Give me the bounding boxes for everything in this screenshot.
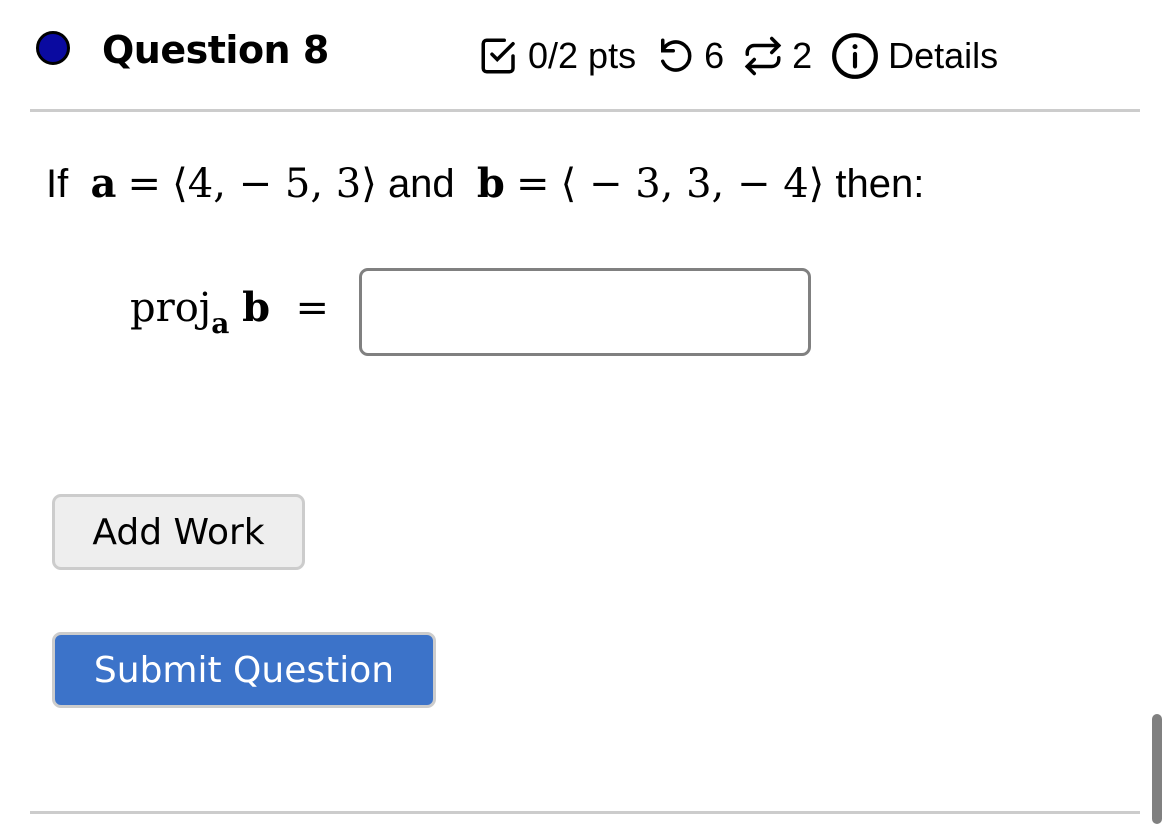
answer-label: proja b = <box>130 284 329 340</box>
add-work-button[interactable]: Add Work <box>52 494 305 570</box>
vector-a-value: ⟨4, − 5, 3⟩ <box>172 161 377 207</box>
vector-a-name: a <box>90 160 117 207</box>
proj-subscript: a <box>211 307 230 340</box>
proj-vector: b <box>242 284 271 331</box>
vector-b-value: ⟨ − 3, 3, − 4⟩ <box>560 161 825 207</box>
conjunction: and <box>387 162 455 206</box>
vector-b-name: b <box>476 160 505 207</box>
scrollbar[interactable] <box>1152 714 1162 824</box>
equals-sign: = <box>127 161 162 207</box>
proj-text: proj <box>130 285 212 331</box>
points-text: 0/2 pts <box>528 35 637 76</box>
checkbox-check-icon <box>481 38 515 74</box>
versions-count: 2 <box>792 35 813 76</box>
answer-row: proja b = <box>130 266 812 358</box>
undo-icon <box>661 38 692 72</box>
attempts-count: 6 <box>704 35 725 76</box>
problem-suffix: then: <box>835 162 925 206</box>
repeat-icon <box>744 36 782 76</box>
answer-input[interactable] <box>359 268 812 356</box>
question-header: Question 8 0/2 pts 6 2 Details <box>0 0 1170 110</box>
info-icon[interactable] <box>830 31 880 81</box>
details-link[interactable]: Details <box>888 35 998 77</box>
problem-statement: If a = ⟨4, − 5, 3⟩ and b = ⟨ − 3, 3, − 4… <box>46 160 924 207</box>
equals-sign: = <box>516 161 550 207</box>
submit-question-button[interactable]: Submit Question <box>52 632 436 708</box>
question-title: Question 8 <box>102 28 329 72</box>
status-dot-icon <box>36 31 70 65</box>
problem-prefix: If <box>46 162 69 206</box>
footer-divider <box>30 811 1140 814</box>
header-divider <box>30 109 1140 112</box>
question-meta: 0/2 pts 6 2 Details <box>478 26 998 86</box>
proj-equals: = <box>295 285 330 331</box>
